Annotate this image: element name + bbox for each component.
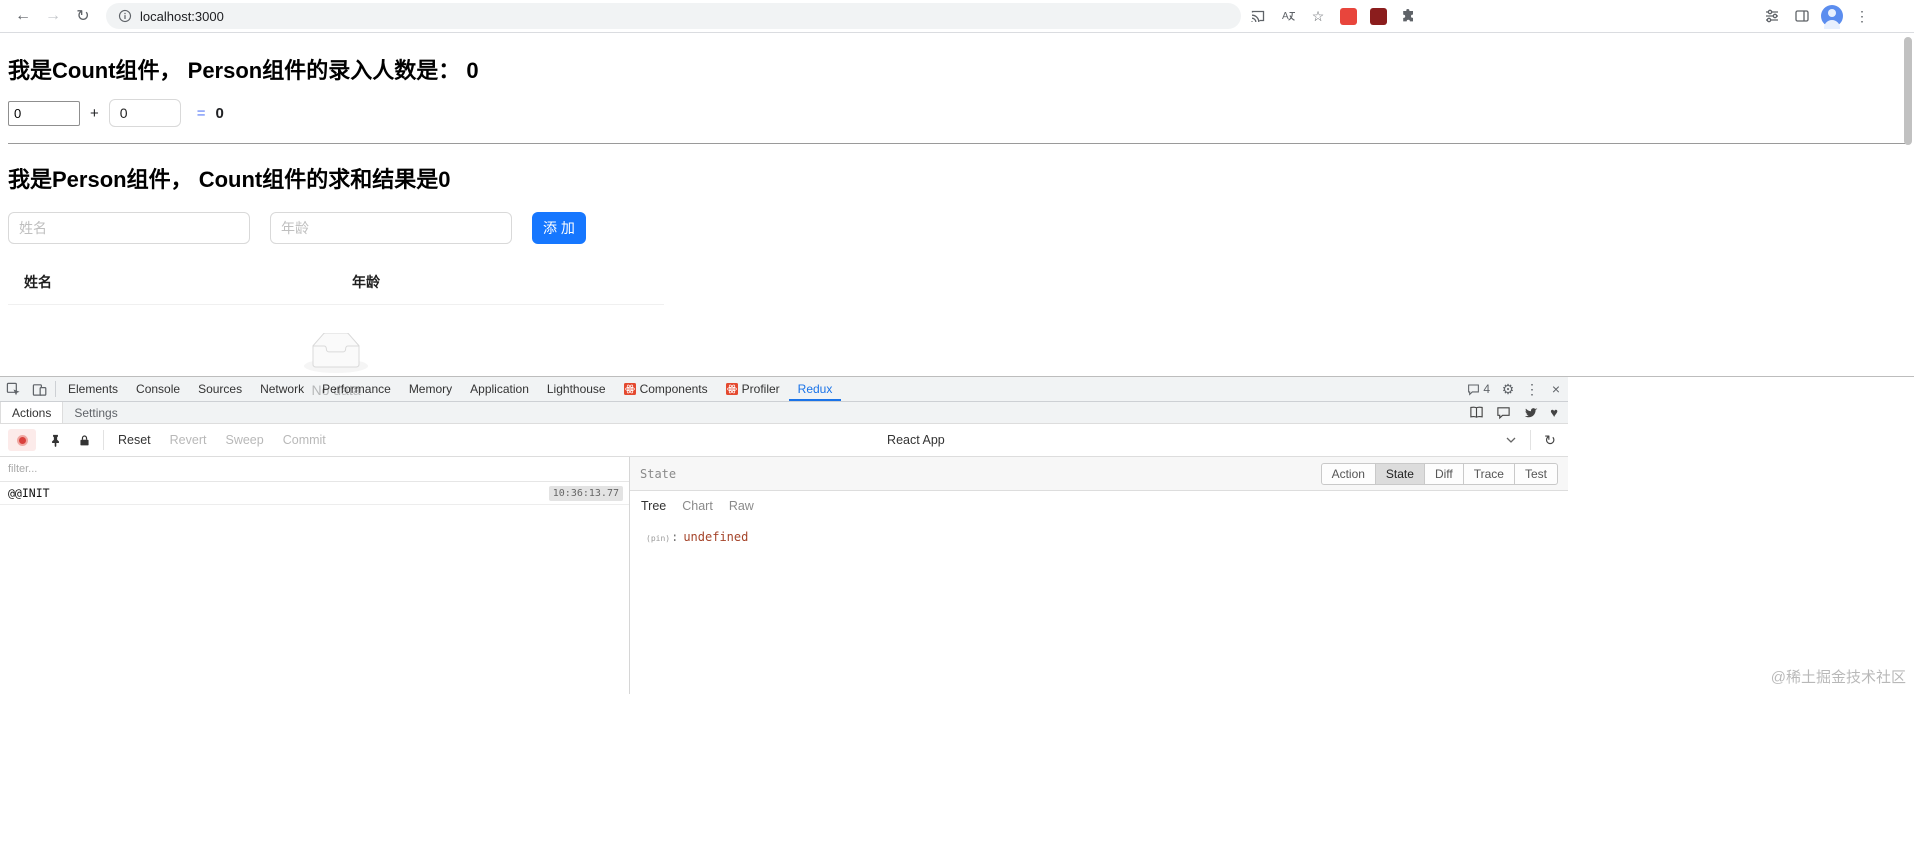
bookmark-star-icon[interactable]: ☆ [1305, 3, 1331, 29]
inspector-tabs: Action State Diff Trace Test [1320, 462, 1558, 485]
redux-header-icons: ♥ [1469, 402, 1568, 423]
browser-toolbar: ← → ↻ localhost:3000 A ☆ ⋮ [0, 0, 1914, 33]
devtools-panel: Elements Console Sources Network Perform… [0, 377, 1568, 694]
support-heart-icon[interactable]: ♥ [1550, 405, 1558, 420]
twitter-bird-icon[interactable] [1523, 405, 1538, 420]
page-content: 我是Count组件， Person组件的录入人数是： 0 + = 0 我是Per… [0, 33, 1914, 398]
add-button[interactable]: 添 加 [532, 212, 586, 244]
sliders-icon[interactable] [1759, 3, 1785, 29]
commit-button[interactable]: Commit [278, 433, 331, 447]
svg-text:A: A [1282, 11, 1289, 22]
name-input[interactable] [8, 212, 250, 244]
chevron-down-icon[interactable] [1501, 429, 1521, 451]
empty-inbox-icon [304, 333, 368, 374]
sweep-button[interactable]: Sweep [220, 433, 268, 447]
plus-sign: + [90, 104, 99, 122]
record-button[interactable] [8, 429, 36, 451]
page-scrollbar[interactable] [1904, 37, 1912, 145]
lock-icon[interactable] [74, 429, 94, 451]
num2-input[interactable] [108, 99, 181, 127]
num1-input[interactable] [8, 100, 80, 126]
inspector-title: State [640, 466, 677, 481]
action-list-pane: @@INIT 10:36:13.77 [0, 457, 630, 694]
filter-input[interactable] [0, 457, 629, 481]
site-info-icon[interactable] [118, 9, 132, 23]
extension-darkred-icon[interactable] [1365, 3, 1391, 29]
table-header-age: 年龄 [352, 274, 380, 290]
section-divider [8, 143, 1906, 144]
refresh-icon[interactable]: ↻ [1540, 429, 1560, 451]
side-panel-icon[interactable] [1789, 3, 1815, 29]
devtools-tabbar-right: 4 ⚙ ⋮ × [1461, 377, 1568, 401]
instance-select[interactable]: React App [340, 433, 1492, 447]
state-view-tabs: Tree Chart Raw [630, 491, 1568, 520]
sum-row: + = 0 [8, 99, 1906, 127]
empty-text: No data [311, 382, 361, 398]
view-tab-tree[interactable]: Tree [641, 499, 666, 513]
state-value: undefined [683, 530, 749, 544]
sum-result: 0 [215, 104, 224, 122]
devtools-tab-profiler[interactable]: Profiler [717, 377, 789, 401]
record-icon [16, 434, 28, 446]
state-tree: (pin): undefined [630, 520, 1568, 554]
redux-main: @@INIT 10:36:13.77 State Action State Di… [0, 457, 1568, 694]
extension-red-icon[interactable] [1335, 3, 1361, 29]
inspector-tab-trace[interactable]: Trace [1462, 462, 1515, 485]
url-text[interactable]: localhost:3000 [140, 9, 224, 24]
inspector-tab-state[interactable]: State [1374, 462, 1425, 485]
age-input[interactable] [270, 212, 512, 244]
react-devtools-icon [725, 383, 738, 395]
action-name: @@INIT [8, 486, 50, 500]
action-timestamp: 10:36:13.77 [548, 485, 623, 501]
extensions-puzzle-icon[interactable] [1395, 3, 1421, 29]
address-bar[interactable]: localhost:3000 [106, 3, 1241, 29]
table-empty-state: No data [8, 305, 664, 408]
count-heading: 我是Count组件， Person组件的录入人数是： 0 [8, 58, 479, 83]
cast-icon[interactable] [1245, 3, 1271, 29]
inspector-pane: State Action State Diff Trace Test Tree … [630, 457, 1568, 694]
view-tab-raw[interactable]: Raw [729, 499, 754, 513]
pin-icon[interactable] [45, 429, 65, 451]
browser-menu-icon[interactable]: ⋮ [1849, 3, 1875, 29]
view-tab-chart[interactable]: Chart [682, 499, 713, 513]
inspector-tab-test[interactable]: Test [1513, 462, 1558, 485]
table-header-name: 姓名 [24, 274, 52, 290]
pin-key-label: (pin) [646, 534, 671, 543]
toolbar-divider [103, 430, 104, 450]
inspector-tab-action[interactable]: Action [1320, 462, 1376, 485]
person-table: 姓名 年龄 No data [8, 260, 664, 408]
person-heading: 我是Person组件， Count组件的求和结果是0 [8, 167, 451, 192]
back-icon[interactable]: ← [10, 3, 36, 29]
forward-icon[interactable]: → [40, 3, 66, 29]
devtools-tab-redux[interactable]: Redux [789, 377, 842, 401]
redux-toolbar: Reset Revert Sweep Commit React App ↻ [0, 424, 1568, 457]
translate-icon[interactable]: A [1275, 3, 1301, 29]
tab-label: Profiler [741, 382, 780, 396]
reload-icon[interactable]: ↻ [70, 3, 96, 29]
reset-button[interactable]: Reset [113, 433, 156, 447]
docs-book-icon[interactable] [1469, 405, 1484, 420]
profile-avatar[interactable] [1819, 3, 1845, 29]
toolbar-divider [1530, 430, 1531, 450]
devtools-close-icon[interactable]: × [1544, 381, 1568, 397]
table-header-row: 姓名 年龄 [8, 260, 664, 305]
issues-count: 4 [1483, 382, 1490, 396]
inspector-header: State Action State Diff Trace Test [630, 457, 1568, 491]
equals-sign: = [196, 104, 206, 122]
devtools-settings-icon[interactable]: ⚙ [1496, 381, 1520, 398]
revert-button[interactable]: Revert [165, 433, 212, 447]
filter-row [0, 457, 629, 482]
person-form: 添 加 [8, 212, 1906, 244]
inspector-tab-diff[interactable]: Diff [1423, 462, 1464, 485]
pin-colon: : [671, 530, 679, 544]
issues-icon [1467, 383, 1480, 396]
devtools-menu-icon[interactable]: ⋮ [1520, 381, 1544, 398]
action-list-item[interactable]: @@INIT 10:36:13.77 [0, 482, 629, 505]
watermark: @稀土掘金技术社区 [1770, 669, 1906, 686]
issues-button[interactable]: 4 [1461, 382, 1496, 396]
feedback-chat-icon[interactable] [1496, 405, 1511, 420]
